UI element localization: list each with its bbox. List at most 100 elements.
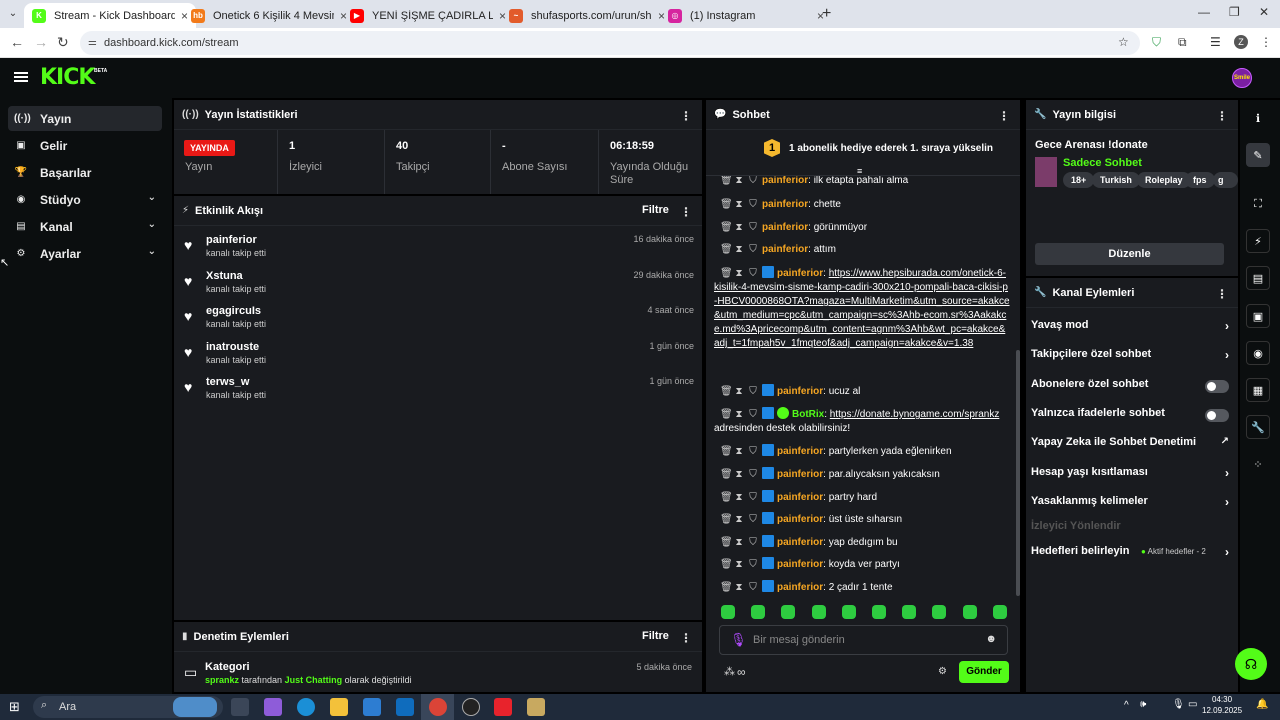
tray-mic-icon[interactable]: 🎙 — [1172, 699, 1185, 710]
delete-message-icon[interactable]: 🗑 — [720, 198, 733, 212]
site-info-icon[interactable]: ⚌ — [88, 31, 97, 55]
activity-username[interactable]: painferior — [206, 234, 257, 246]
delete-message-icon[interactable]: 🗑 — [720, 408, 733, 422]
moderator-shield-icon[interactable]: ⛉ — [748, 445, 758, 459]
notification-bell-icon[interactable]: 🔔 — [1256, 699, 1268, 710]
fullscreen-icon[interactable]: ⛶ — [1246, 192, 1270, 216]
windows-start-icon[interactable]: ⊞ — [9, 699, 20, 715]
file-explorer-icon[interactable] — [330, 698, 348, 716]
obs-icon[interactable] — [462, 698, 480, 716]
activity-menu-icon[interactable]: ⋮ — [680, 205, 692, 219]
stats-menu-icon[interactable]: ⋮ — [680, 109, 692, 123]
chat-link[interactable]: https://donate.bynogame.com/sprankz — [830, 409, 1000, 420]
chat-username[interactable]: painferior — [762, 199, 808, 210]
url-field[interactable]: ⚌ dashboard.kick.com/stream — [80, 31, 1140, 55]
game-launcher-icon[interactable] — [527, 698, 545, 716]
moderator-shield-icon[interactable]: ⛉ — [748, 198, 758, 212]
chat-username[interactable]: painferior — [762, 222, 808, 233]
chat-username[interactable]: painferior — [762, 244, 808, 255]
emote-icon[interactable] — [841, 605, 856, 619]
chat-settings-icon[interactable]: ⚙ — [938, 666, 947, 677]
toggle-switch[interactable] — [1205, 409, 1229, 422]
channel-action-item[interactable]: Takipçilere özel sohbet › — [1031, 348, 1231, 368]
moderator-shield-icon[interactable]: ⛉ — [748, 536, 758, 550]
timeout-hourglass-icon[interactable]: ⧗ — [734, 513, 744, 527]
chat-username[interactable]: painferior — [777, 268, 823, 279]
chevron-down-icon[interactable]: ⌄ — [148, 219, 156, 230]
taskbar-date[interactable]: 12.09.2025 — [1202, 706, 1242, 715]
timeout-hourglass-icon[interactable]: ⧗ — [734, 221, 744, 235]
timeout-hourglass-icon[interactable]: ⧗ — [734, 558, 744, 572]
moderation-filter-button[interactable]: Filtre — [642, 630, 669, 642]
shield-extension-icon[interactable]: ⛉ — [1152, 35, 1161, 50]
external-link-icon[interactable]: ↗ — [1221, 436, 1229, 447]
timeout-hourglass-icon[interactable]: ⧗ — [734, 536, 744, 550]
browser-tab[interactable]: ~shufasports.com/urun/shufa-gr× — [501, 3, 673, 28]
document-icon[interactable]: ▤ — [1246, 266, 1270, 290]
maximize-button[interactable]: ❐ — [1229, 5, 1240, 19]
delete-message-icon[interactable]: 🗑 — [720, 221, 733, 235]
broadcast-tool-icon[interactable]: ◉ — [1246, 341, 1270, 365]
activity-username[interactable]: inatrouste — [206, 341, 259, 353]
microphone-icon[interactable]: 🎙 — [730, 632, 747, 648]
emote-icon[interactable] — [992, 605, 1007, 619]
bookmark-star-icon[interactable]: ☆ — [1118, 35, 1129, 49]
delete-message-icon[interactable]: 🗑 — [720, 468, 733, 482]
timeout-hourglass-icon[interactable]: ⧗ — [734, 445, 744, 459]
timeout-hourglass-icon[interactable]: ⧗ — [734, 267, 744, 281]
chevron-down-icon[interactable]: ⌄ — [148, 246, 156, 257]
emote-icon[interactable] — [721, 605, 735, 619]
stream-category[interactable]: Sadece Sohbet — [1063, 157, 1142, 169]
copilot-icon[interactable] — [264, 698, 282, 716]
app-icon[interactable] — [494, 698, 512, 716]
activity-filter-button[interactable]: Filtre — [642, 204, 669, 216]
hamburger-menu-icon[interactable] — [14, 72, 28, 82]
delete-message-icon[interactable]: 🗑 — [720, 491, 733, 505]
minimize-button[interactable]: — — [1198, 5, 1210, 19]
delete-message-icon[interactable]: 🗑 — [720, 176, 733, 186]
outlook-icon[interactable] — [396, 698, 414, 716]
sidebar-item-başarılar[interactable]: 🏆 Başarılar — [8, 160, 162, 185]
profile-avatar[interactable]: Z — [1234, 35, 1248, 49]
timeout-hourglass-icon[interactable]: ⧗ — [734, 385, 744, 399]
emote-icon[interactable] — [872, 605, 886, 619]
chat-tool-icon[interactable]: ▣ — [1246, 304, 1270, 328]
browser-menu-icon[interactable]: ⋮ — [1260, 35, 1272, 49]
tray-network-icon[interactable]: ▭ — [1188, 699, 1197, 710]
moderator-shield-icon[interactable]: ⛉ — [748, 581, 758, 595]
emoji-icon[interactable]: ☻ — [985, 633, 997, 645]
delete-message-icon[interactable]: 🗑 — [720, 243, 733, 257]
connections-icon[interactable]: ⁘ — [1246, 452, 1270, 476]
timeout-hourglass-icon[interactable]: ⧗ — [734, 176, 744, 186]
tray-volume-icon[interactable]: 🕪 — [1140, 699, 1146, 710]
store-icon[interactable] — [363, 698, 381, 716]
timeout-hourglass-icon[interactable]: ⧗ — [734, 408, 744, 422]
extensions-icon[interactable]: ⧉ — [1178, 35, 1187, 50]
timeout-hourglass-icon[interactable]: ⧗ — [734, 581, 744, 595]
moderator-shield-icon[interactable]: ⛉ — [748, 243, 758, 257]
activity-username[interactable]: Xstuna — [206, 270, 243, 282]
channel-action-item[interactable]: Hesap yaşı kısıtlaması › — [1031, 466, 1231, 486]
emote-icon[interactable] — [811, 605, 826, 619]
sidebar-item-stüdyo[interactable]: ◉ Stüdyo ⌄ — [8, 187, 162, 212]
emote-icon[interactable] — [751, 605, 766, 619]
chevron-right-icon[interactable]: › — [1225, 495, 1229, 509]
expand-banner-icon[interactable]: ≡ — [857, 166, 862, 176]
channel-action-item[interactable]: Yasaklanmış kelimeler › — [1031, 495, 1231, 515]
channel-action-item[interactable]: Yalnızca ifadelerle sohbet — [1031, 407, 1231, 427]
browser-tab[interactable]: K Stream - Kick Dashboard × — [24, 3, 196, 28]
timeout-hourglass-icon[interactable]: ⧗ — [734, 243, 744, 257]
stream-tag[interactable]: Turkish — [1092, 172, 1140, 188]
edge-icon[interactable] — [297, 698, 315, 716]
delete-message-icon[interactable]: 🗑 — [720, 536, 733, 550]
chrome-icon[interactable] — [429, 698, 447, 716]
task-view-icon[interactable] — [231, 698, 249, 716]
kick-logo[interactable]: KICK — [40, 65, 95, 90]
stream-tag[interactable]: fps — [1185, 172, 1215, 188]
moderator-shield-icon[interactable]: ⛉ — [748, 408, 758, 422]
chat-link[interactable]: https://www.hepsiburada.com/onetick-6-ki… — [714, 268, 1010, 349]
chat-menu-icon[interactable]: ⋮ — [998, 109, 1010, 123]
stream-info-menu-icon[interactable]: ⋮ — [1216, 109, 1228, 123]
close-window-button[interactable]: ✕ — [1259, 5, 1269, 19]
emote-icon[interactable] — [902, 605, 917, 619]
